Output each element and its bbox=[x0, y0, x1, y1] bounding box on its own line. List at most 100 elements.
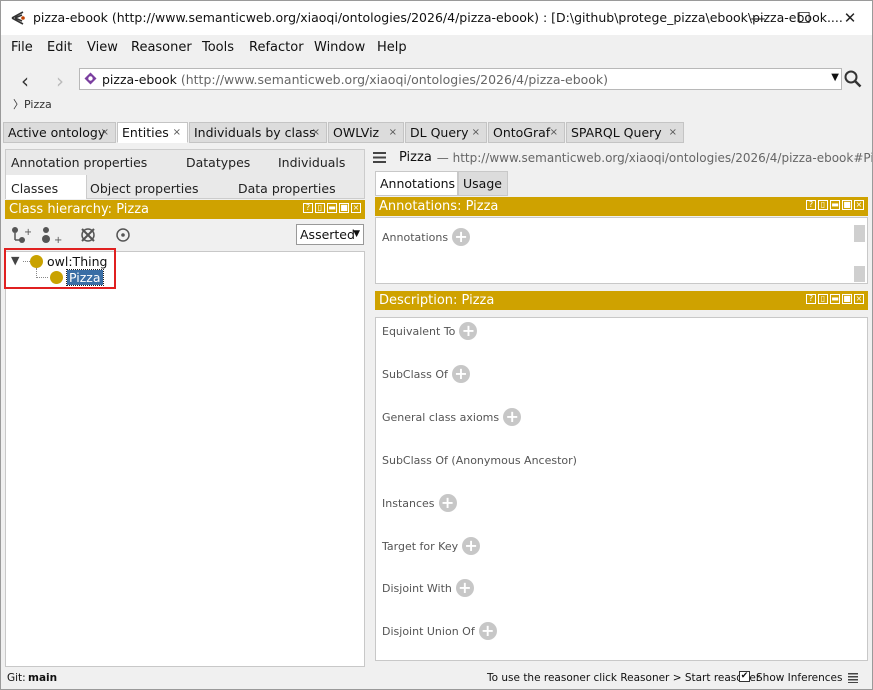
search-icon[interactable] bbox=[844, 70, 862, 88]
subtab-individuals[interactable]: Individuals bbox=[278, 155, 345, 170]
scrollbar-thumb[interactable] bbox=[854, 266, 865, 282]
close-tab-icon[interactable]: × bbox=[312, 123, 320, 142]
maximize-view-icon[interactable]: ■ bbox=[842, 294, 852, 304]
description-header: Description: Pizza ? ▯ ▬ ■ × bbox=[375, 291, 868, 310]
close-view-icon[interactable]: × bbox=[854, 200, 864, 210]
add-instance-icon[interactable]: + bbox=[438, 494, 457, 512]
close-tab-icon[interactable]: × bbox=[472, 123, 480, 142]
menu-refactor[interactable]: Refactor bbox=[249, 40, 304, 55]
protege-logo-icon bbox=[11, 11, 25, 25]
annotations-title: Annotations: Pizza bbox=[379, 199, 499, 214]
add-key-icon[interactable]: + bbox=[462, 537, 481, 555]
help-icon[interactable]: ? bbox=[806, 200, 816, 210]
tab-annotations[interactable]: Annotations bbox=[375, 171, 458, 196]
tab-sparql-query[interactable]: SPARQL Query × bbox=[566, 122, 684, 143]
section-label: Instances bbox=[382, 496, 435, 510]
close-tab-icon[interactable]: × bbox=[550, 123, 558, 142]
forward-icon[interactable]: › bbox=[56, 69, 64, 93]
subtab-classes[interactable]: Classes bbox=[11, 181, 58, 196]
annotations-row: Annotations + bbox=[382, 228, 471, 246]
ontology-icon bbox=[84, 72, 97, 85]
close-button[interactable]: ✕ bbox=[827, 1, 872, 35]
ontology-iri: (http://www.semanticweb.org/xiaoqi/ontol… bbox=[180, 72, 609, 87]
tab-dl-query[interactable]: DL Query × bbox=[405, 122, 487, 143]
tab-label: Usage bbox=[463, 176, 502, 191]
pin-icon[interactable]: ▯ bbox=[818, 294, 828, 304]
hierarchy-mode-select[interactable]: Asserted ▼ bbox=[296, 224, 364, 245]
subtab-datatypes[interactable]: Datatypes bbox=[186, 155, 250, 170]
split-icon[interactable]: ▬ bbox=[327, 203, 337, 213]
class-hierarchy-title: Class hierarchy: Pizza bbox=[9, 202, 149, 217]
add-disjoint-union-icon[interactable]: + bbox=[478, 622, 497, 640]
ontology-name: pizza-ebook bbox=[102, 72, 177, 87]
view-controls: ? ▯ ▬ ■ × bbox=[806, 200, 864, 210]
close-view-icon[interactable]: × bbox=[351, 203, 361, 213]
general-class-axioms-row: General class axioms + bbox=[382, 408, 522, 426]
help-icon[interactable]: ? bbox=[303, 203, 313, 213]
close-tab-icon[interactable]: × bbox=[669, 123, 677, 142]
view-controls: ? ▯ ▬ ■ × bbox=[303, 203, 361, 213]
breadcrumb-item[interactable]: Pizza bbox=[24, 98, 52, 111]
tab-individuals-by-class[interactable]: Individuals by class × bbox=[189, 122, 327, 143]
list-icon[interactable] bbox=[848, 673, 858, 683]
menu-reasoner[interactable]: Reasoner bbox=[131, 40, 192, 55]
menu-edit[interactable]: Edit bbox=[47, 40, 72, 55]
tab-entities[interactable]: Entities × bbox=[117, 122, 188, 143]
add-axiom-icon[interactable]: + bbox=[503, 408, 522, 426]
git-branch: main bbox=[28, 672, 58, 684]
split-icon[interactable]: ▬ bbox=[830, 294, 840, 304]
menu-file[interactable]: File bbox=[11, 40, 33, 55]
close-tab-icon[interactable]: × bbox=[173, 123, 181, 142]
maximize-view-icon[interactable]: ■ bbox=[339, 203, 349, 213]
find-target-icon[interactable] bbox=[115, 227, 131, 243]
tab-active-ontology[interactable]: Active ontology × bbox=[3, 122, 116, 143]
add-superclass-icon[interactable]: + bbox=[451, 365, 470, 383]
annotations-panel: Annotations + bbox=[375, 217, 868, 284]
split-icon[interactable]: ▬ bbox=[830, 200, 840, 210]
menu-tools[interactable]: Tools bbox=[202, 40, 234, 55]
subclass-of-row: SubClass Of + bbox=[382, 365, 470, 383]
pin-icon[interactable]: ▯ bbox=[818, 200, 828, 210]
close-view-icon[interactable]: × bbox=[854, 294, 864, 304]
close-tab-icon[interactable]: × bbox=[101, 123, 109, 142]
section-label: SubClass Of bbox=[382, 367, 448, 381]
reasoner-hint: To use the reasoner click Reasoner > Sta… bbox=[487, 672, 761, 684]
tab-label: Annotations bbox=[380, 176, 456, 191]
add-annotation-icon[interactable]: + bbox=[452, 228, 471, 246]
tab-usage[interactable]: Usage bbox=[458, 171, 508, 196]
scrollbar-thumb[interactable] bbox=[854, 225, 865, 242]
hamburger-menu-icon[interactable] bbox=[373, 152, 386, 163]
section-label: General class axioms bbox=[382, 410, 500, 424]
back-icon[interactable]: ‹ bbox=[21, 69, 29, 93]
tab-ontograf[interactable]: OntoGraf × bbox=[488, 122, 565, 143]
hierarchy-mode-value: Asserted bbox=[300, 227, 355, 242]
help-icon[interactable]: ? bbox=[806, 294, 816, 304]
add-disjoint-icon[interactable]: + bbox=[455, 579, 474, 597]
maximize-button[interactable]: ☐ bbox=[781, 1, 827, 35]
minimize-button[interactable]: — bbox=[735, 1, 781, 35]
dropdown-arrow-icon[interactable]: ▼ bbox=[831, 72, 839, 83]
subtab-object-properties[interactable]: Object properties bbox=[90, 181, 198, 196]
tab-label: Individuals by class bbox=[194, 125, 316, 140]
tab-owlviz[interactable]: OWLViz × bbox=[328, 122, 404, 143]
disjoint-union-row: Disjoint Union Of + bbox=[382, 622, 497, 640]
close-tab-icon[interactable]: × bbox=[389, 123, 397, 142]
menu-view[interactable]: View bbox=[87, 40, 118, 55]
target-for-key-row: Target for Key + bbox=[382, 537, 481, 555]
class-toolbar: + + Asserted ▼ bbox=[5, 220, 365, 251]
menu-window[interactable]: Window bbox=[314, 40, 365, 55]
ontology-address-field[interactable]: pizza-ebook (http://www.semanticweb.org/… bbox=[79, 68, 842, 90]
menu-help[interactable]: Help bbox=[377, 40, 407, 55]
subtab-annotation-properties[interactable]: Annotation properties bbox=[11, 155, 147, 170]
delete-class-icon[interactable] bbox=[79, 226, 97, 244]
add-subclass-icon[interactable]: + bbox=[11, 226, 31, 244]
window-title: pizza-ebook (http://www.semanticweb.org/… bbox=[33, 10, 843, 25]
breadcrumb[interactable]: 〉Pizza bbox=[13, 96, 52, 112]
pin-icon[interactable]: ▯ bbox=[315, 203, 325, 213]
show-inferences-checkbox[interactable]: ✔ bbox=[739, 671, 750, 682]
add-equivalent-icon[interactable]: + bbox=[459, 322, 478, 340]
subtab-data-properties[interactable]: Data properties bbox=[238, 181, 336, 196]
entity-name: Pizza bbox=[399, 150, 432, 165]
add-sibling-icon[interactable]: + bbox=[41, 226, 63, 244]
maximize-view-icon[interactable]: ■ bbox=[842, 200, 852, 210]
